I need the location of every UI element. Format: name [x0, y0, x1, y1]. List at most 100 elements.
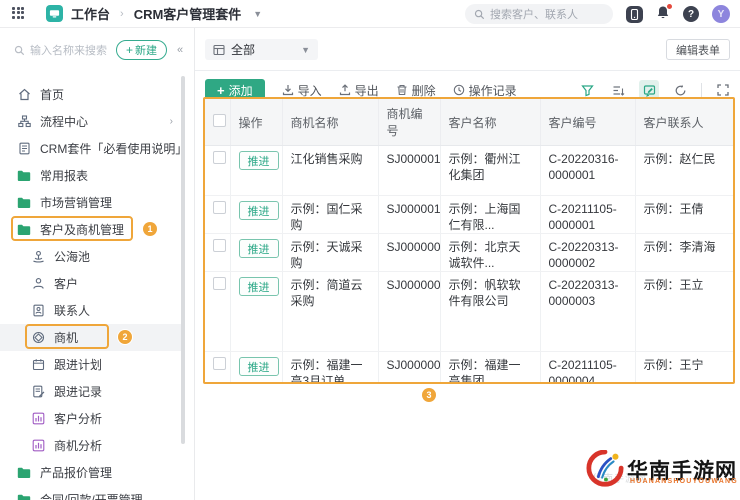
delete-button[interactable]: 删除 [396, 82, 436, 99]
table-row[interactable]: 推进示例：简道云采购SJ0000008示例：帆软软件有限公司C-20220313… [205, 271, 733, 352]
advance-button[interactable]: 推进 [238, 357, 279, 376]
sidebar-item-5[interactable]: 客户及商机管理 1 [0, 216, 195, 243]
col-header-opportunity-code[interactable]: 商机编号 [378, 99, 441, 146]
customer-name-cell: 示例：福建一高集团 [440, 351, 541, 382]
sitemap-icon [17, 115, 31, 129]
select-all-checkbox[interactable] [213, 114, 226, 127]
table-row[interactable]: 推进示例：福建一高3月订单SJ0000006示例：福建一高集团C-2021110… [205, 351, 733, 382]
sidebar-item-4[interactable]: 市场营销管理 [0, 189, 195, 216]
breadcrumb-app-title[interactable]: CRM客户管理套件 [134, 4, 242, 23]
opportunity-name-cell: 示例：国仁采购 [282, 195, 379, 234]
sidebar-item-11[interactable]: 跟进记录 [0, 378, 195, 405]
search-icon [474, 9, 485, 19]
clock-icon [453, 84, 464, 96]
sidebar-item-label: 产品报价管理 [40, 466, 113, 480]
chart-icon [31, 412, 45, 426]
view-filter-label: 全部 [231, 43, 256, 57]
new-button[interactable]: + 新建 [116, 40, 168, 60]
row-checkbox[interactable] [213, 239, 226, 252]
mobile-app-icon[interactable] [626, 5, 643, 23]
watermark-logo [586, 450, 624, 487]
operation-log-button[interactable]: 操作记录 [453, 82, 517, 99]
sidebar-item-label: CRM套件「必看使用说明」 [40, 142, 188, 156]
advance-button[interactable]: 推进 [238, 151, 279, 170]
advance-button[interactable]: 推进 [238, 239, 279, 258]
opportunity-code-cell: SJ0000008 [378, 271, 441, 352]
sidebar-search-input[interactable]: 输入名称来搜索 [14, 42, 110, 58]
app-switch-caret-icon[interactable]: ▼ [253, 9, 262, 19]
global-search-placeholder: 搜索客户、联系人 [490, 9, 578, 21]
customer-name-cell: 示例：北京天诚软件... [440, 233, 541, 272]
sidebar-item-9[interactable]: 商机 2 [0, 324, 181, 351]
sidebar-item-label: 客户及商机管理 [40, 223, 125, 237]
annotation-badge-3: 3 [422, 388, 436, 402]
app-launcher-icon[interactable] [12, 6, 26, 21]
edit-form-button[interactable]: 编辑表单 [666, 39, 730, 60]
sidebar-item-6[interactable]: 公海池 [0, 243, 195, 270]
chevron-down-icon: ▼ [301, 44, 310, 55]
view-filter-dropdown[interactable]: 全部 ▼ [205, 39, 318, 60]
col-header-action[interactable]: 操作 [230, 99, 283, 146]
sidebar-item-label: 跟进计划 [54, 358, 103, 372]
workbench-app-icon[interactable] [46, 5, 63, 22]
customer-code-cell: C-20211105-0000004 [540, 351, 636, 382]
row-action-cell: 推进 [230, 271, 283, 352]
folder-icon [17, 196, 31, 210]
table-row[interactable]: 推进示例：国仁采购SJ0000011示例：上海国仁有限...C-20211105… [205, 195, 733, 234]
opportunity-code-cell: SJ0000006 [378, 351, 441, 382]
sidebar-item-13[interactable]: 商机分析 [0, 432, 195, 459]
topbar: 工作台 › CRM客户管理套件 ▼ 搜索客户、联系人 ? Y [0, 0, 740, 28]
sidebar-item-3[interactable]: 常用报表 [0, 162, 195, 189]
sidebar-item-label: 联系人 [54, 304, 91, 318]
sidebar-collapse-icon[interactable]: « [177, 44, 183, 56]
customer-code-cell: C-20211105-0000001 [540, 195, 636, 234]
chart-icon [31, 439, 45, 453]
sidebar-item-label: 公海池 [54, 250, 91, 264]
sidebar-item-7[interactable]: 客户 [0, 270, 195, 297]
sidebar-item-12[interactable]: 客户分析 [0, 405, 195, 432]
contact-icon [31, 304, 45, 318]
user-avatar[interactable]: Y [712, 5, 730, 23]
sidebar-scrollbar[interactable] [181, 76, 185, 444]
notifications-bell-icon[interactable] [656, 3, 673, 23]
advance-button[interactable]: 推进 [238, 201, 279, 220]
import-button[interactable]: 导入 [282, 82, 322, 99]
help-icon[interactable]: ? [683, 6, 699, 22]
divider [195, 70, 740, 71]
sidebar-item-14[interactable]: 产品报价管理 [0, 459, 195, 486]
col-header-opportunity-name[interactable]: 商机名称 [282, 99, 379, 146]
row-action-cell: 推进 [230, 351, 283, 382]
sidebar-item-8[interactable]: 联系人 [0, 297, 195, 324]
sidebar-item-2[interactable]: CRM套件「必看使用说明」 [0, 135, 195, 162]
sidebar-item-10[interactable]: 跟进计划 [0, 351, 195, 378]
advance-button[interactable]: 推进 [238, 277, 279, 296]
row-select-cell [205, 233, 231, 272]
sidebar-item-15[interactable]: 合同/回款/开票管理 [0, 486, 195, 500]
global-search-input[interactable]: 搜索客户、联系人 [465, 4, 613, 24]
row-checkbox[interactable] [213, 201, 226, 214]
row-action-cell: 推进 [230, 233, 283, 272]
plus-icon: + [217, 82, 225, 98]
sidebar-item-0[interactable]: 首页 [0, 81, 195, 108]
import-icon [282, 85, 293, 96]
sidebar-item-1[interactable]: 流程中心 › [0, 108, 195, 135]
row-checkbox[interactable] [213, 151, 226, 164]
export-button[interactable]: 导出 [339, 82, 379, 99]
target-icon [31, 331, 45, 345]
row-checkbox[interactable] [213, 277, 226, 290]
col-header-customer-contact[interactable]: 客户联系人 [635, 99, 733, 146]
breadcrumb-workbench[interactable]: 工作台 [71, 4, 110, 23]
sidebar-item-label: 合同/回款/开票管理 [40, 493, 143, 500]
col-header-customer-name[interactable]: 客户名称 [440, 99, 541, 146]
row-select-cell [205, 351, 231, 382]
row-checkbox[interactable] [213, 357, 226, 370]
table-row[interactable]: 推进江化销售采购SJ0000012示例：衢州江化集团C-20220316-000… [205, 145, 733, 196]
watermark: 华南手游网 华南手游网 HUANANSHOUYOUWANG [586, 446, 737, 496]
sidebar-search-placeholder: 输入名称来搜索 [30, 45, 107, 57]
row-select-cell [205, 195, 231, 234]
export-icon [339, 84, 350, 96]
table-row[interactable]: 推进示例：天诚采购SJ0000009示例：北京天诚软件...C-20220313… [205, 233, 733, 272]
chevron-right-icon: › [169, 116, 173, 127]
col-header-customer-code[interactable]: 客户编号 [540, 99, 636, 146]
notification-dot [666, 3, 673, 10]
